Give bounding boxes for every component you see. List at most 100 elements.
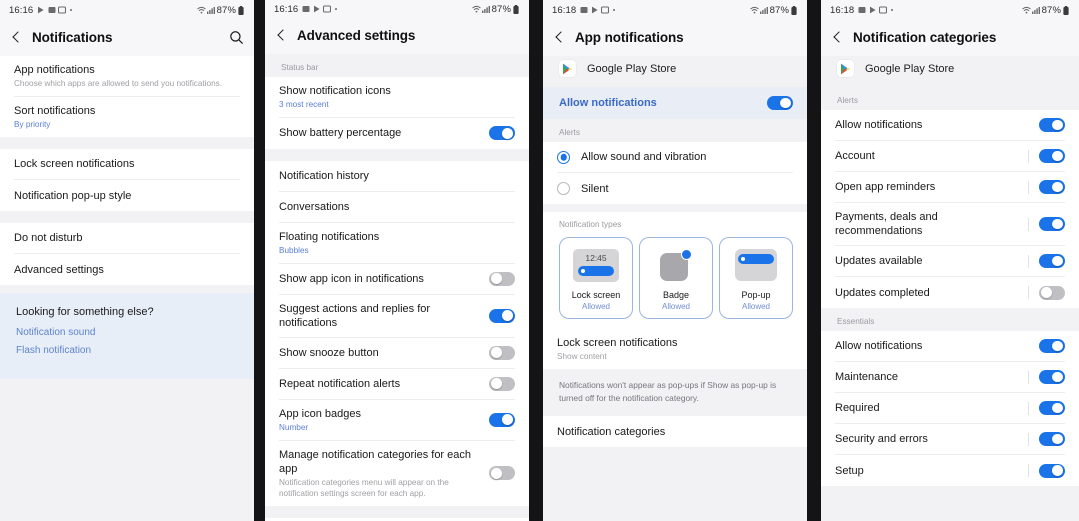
list-item[interactable]: Do not disturb (14, 223, 240, 254)
panel2-body[interactable]: Status bar Show notification icons 3 mos… (265, 53, 529, 521)
link-notification-sound[interactable]: Notification sound (16, 327, 238, 338)
toggle-suggest-actions[interactable] (489, 308, 515, 323)
list-item[interactable]: Sort notifications By priority (14, 97, 240, 137)
group-lock-screen-notifications: Lock screen notifications Show content (543, 329, 807, 369)
panel3-body[interactable]: Google Play Store Allow notifications Al… (543, 56, 807, 521)
radio-icon[interactable] (557, 182, 570, 195)
list-item[interactable]: Maintenance (835, 362, 1065, 393)
list-item[interactable]: Show notification icons 3 most recent (279, 77, 515, 118)
radio-row-silent[interactable]: Silent (557, 173, 793, 204)
toggle-show-app-icon[interactable] (489, 271, 515, 286)
toggle-manage-categories[interactable] (489, 466, 515, 481)
play-store-icon (37, 6, 45, 14)
battery-icon (791, 6, 799, 15)
allow-notifications-row[interactable]: Allow notifications (543, 87, 807, 119)
radio-row-sound-vibration[interactable]: Allow sound and vibration (557, 142, 793, 173)
row-label: Repeat notification alerts (279, 377, 401, 390)
group-app-notifications: App notifications Choose which apps are … (0, 56, 254, 137)
type-card-badge[interactable]: Badge Allowed (639, 237, 713, 319)
toggle-allow-notifications[interactable] (1039, 118, 1065, 132)
list-item[interactable]: Suggest actions and replies for notifica… (279, 295, 515, 338)
back-arrow-icon[interactable] (831, 30, 845, 44)
app-name: Google Play Store (865, 62, 955, 75)
toggle-updates-completed[interactable] (1039, 285, 1065, 300)
toggle-required[interactable] (1039, 401, 1065, 415)
list-item[interactable]: Required (835, 393, 1065, 424)
toggle-divider (1028, 464, 1029, 477)
list-item[interactable]: Setup (835, 455, 1065, 486)
list-item[interactable]: App icon badges Number (279, 400, 515, 441)
list-item[interactable]: Allow notifications (835, 331, 1065, 362)
type-card-label: Badge (662, 290, 690, 300)
link-flash-notification[interactable]: Flash notification (16, 345, 238, 356)
back-arrow-icon[interactable] (553, 30, 567, 44)
back-arrow-icon[interactable] (10, 30, 24, 44)
toggle-maintenance[interactable] (1039, 370, 1065, 384)
toggle-setup[interactable] (1039, 463, 1065, 478)
status-bar-time: 16:18 (552, 4, 577, 16)
badge-art-icon (644, 245, 708, 285)
row-label: Manage notification categories for each … (279, 448, 472, 475)
list-item[interactable]: Payments, deals and recommendations (835, 203, 1065, 246)
dot-icon (69, 9, 72, 11)
toggle-updates-available[interactable] (1039, 254, 1065, 268)
toggle-security-errors[interactable] (1039, 432, 1065, 446)
list-item[interactable]: Notification history (279, 161, 515, 192)
status-bar-right: 87% (196, 5, 246, 16)
radio-icon-selected[interactable] (557, 150, 570, 164)
status-bar-time: 16:16 (274, 3, 299, 15)
row-label: Payments, deals and recommendations (835, 211, 938, 237)
list-item[interactable]: Floating notifications Bubbles (279, 223, 515, 264)
list-item[interactable]: Allow notifications (835, 110, 1065, 141)
list-item[interactable]: Show snooze button (279, 338, 515, 369)
list-item[interactable]: Lock screen notifications Show content (557, 329, 793, 369)
signal-icon (759, 6, 768, 14)
type-card-lock-screen[interactable]: 12:45 Lock screen Allowed (559, 237, 633, 319)
app-header-row: Google Play Store (543, 56, 807, 87)
list-item[interactable]: Show app icon in notifications (279, 264, 515, 295)
list-item[interactable]: Conversations (279, 192, 515, 223)
page-title: App notifications (575, 29, 684, 45)
list-item[interactable]: Updates completed (835, 277, 1065, 308)
row-label: Do not disturb (14, 232, 83, 244)
list-item[interactable]: Lock screen notifications (14, 149, 240, 180)
status-bar: 16:16 87% (265, 0, 529, 19)
toggle-allow-notifications-essentials[interactable] (1039, 339, 1065, 353)
toggle-show-snooze-button[interactable] (489, 345, 515, 360)
panel4-body[interactable]: Google Play Store Alerts Allow notificat… (821, 56, 1079, 521)
toggle-open-app-reminders[interactable] (1039, 180, 1065, 194)
toggle-account[interactable] (1039, 149, 1065, 163)
panel-gap (529, 0, 543, 521)
list-item[interactable]: Manage notification categories for each … (279, 441, 515, 506)
list-item[interactable]: Open app reminders (835, 172, 1065, 203)
dot-icon (334, 8, 337, 11)
list-item[interactable]: Notification pop-up style (14, 180, 240, 211)
panel1-body[interactable]: App notifications Choose which apps are … (0, 56, 254, 521)
toggle-divider (1028, 432, 1029, 446)
toggle-app-icon-badges[interactable] (489, 412, 515, 427)
looking-for-something-else-block: Looking for something else? Notification… (0, 293, 254, 379)
toggle-payments-deals[interactable] (1039, 217, 1065, 231)
section-divider (265, 505, 529, 518)
group-alert-radios: Allow sound and vibration Silent (543, 142, 807, 204)
list-item[interactable]: Advanced settings (14, 254, 240, 285)
list-item[interactable]: Show battery percentage (279, 118, 515, 149)
toggle-repeat-alerts[interactable] (489, 376, 515, 391)
list-item[interactable]: Security and errors (835, 424, 1065, 455)
group-essentials-categories: Allow notifications Maintenance Required… (821, 331, 1079, 486)
list-item[interactable]: Repeat notification alerts (279, 369, 515, 400)
list-item[interactable]: Notification categories (557, 416, 793, 447)
type-card-popup[interactable]: Pop-up Allowed (719, 237, 793, 319)
search-icon[interactable] (229, 30, 244, 45)
toggle-allow-notifications[interactable] (767, 96, 793, 110)
back-arrow-icon[interactable] (275, 28, 289, 42)
row-sublabel: Number (279, 422, 309, 432)
toggle-show-battery-percentage[interactable] (489, 126, 515, 141)
phone-panel-advanced-settings: 16:16 87% Advanced settings Status bar S… (265, 0, 529, 521)
list-item[interactable]: App notifications Choose which apps are … (14, 56, 240, 97)
row-label: Allow notifications (835, 119, 923, 131)
row-label: Show app icon in notifications (279, 272, 424, 285)
row-label: App icon badges (279, 407, 361, 420)
list-item[interactable]: Updates available (835, 246, 1065, 277)
list-item[interactable]: Account (835, 141, 1065, 172)
